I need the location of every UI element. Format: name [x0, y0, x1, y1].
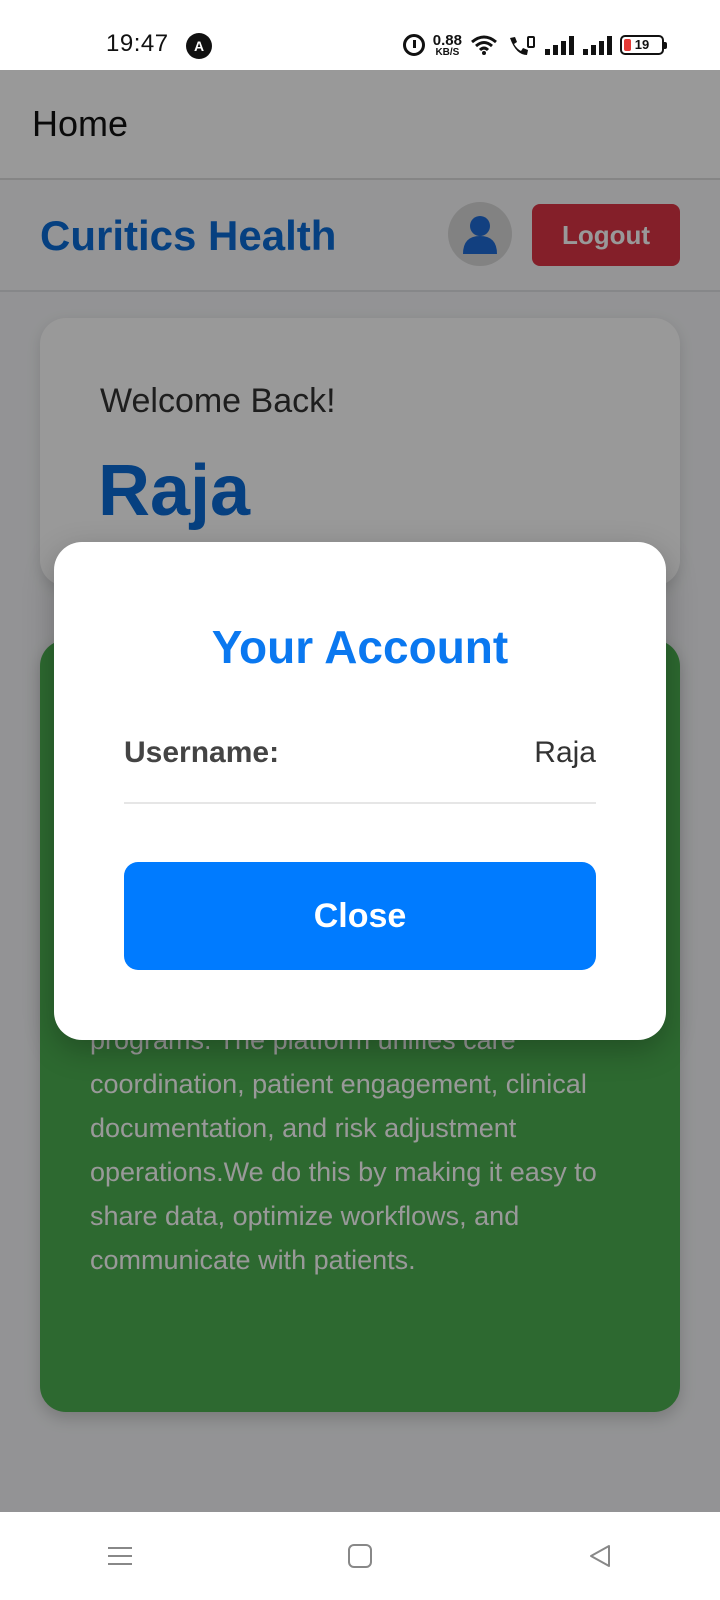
close-button[interactable]: Close	[124, 862, 596, 970]
system-nav-bar	[0, 1512, 720, 1600]
signal-icon	[544, 35, 574, 55]
volte-call-icon	[506, 34, 536, 56]
status-bar: 19:47 A 0.88 KB/S 19	[0, 0, 720, 70]
net-speed: 0.88 KB/S	[433, 33, 462, 58]
app-a-icon: A	[186, 33, 212, 59]
home-square-icon[interactable]	[330, 1526, 390, 1586]
battery-icon: 19	[620, 35, 667, 55]
modal-title: Your Account	[211, 621, 509, 673]
alarm-icon	[402, 34, 425, 56]
status-time: 19:47	[106, 30, 169, 57]
screen: 19:47 A 0.88 KB/S 19 Home Curitics Healt…	[0, 0, 720, 1600]
battery-level: 19	[634, 37, 650, 52]
status-icons: 0.88 KB/S 19	[402, 30, 667, 60]
signal-icon	[582, 35, 612, 55]
username-row: Username: Raja	[124, 728, 596, 804]
account-modal: Your Account Username: Raja Close	[54, 542, 666, 1040]
menu-icon[interactable]	[90, 1526, 150, 1586]
net-speed-unit: KB/S	[435, 46, 460, 58]
username-label: Username:	[124, 736, 280, 769]
username-value: Raja	[534, 736, 596, 769]
back-triangle-icon[interactable]	[570, 1526, 630, 1586]
wifi-icon	[470, 34, 498, 56]
net-speed-value: 0.88	[432, 31, 462, 49]
